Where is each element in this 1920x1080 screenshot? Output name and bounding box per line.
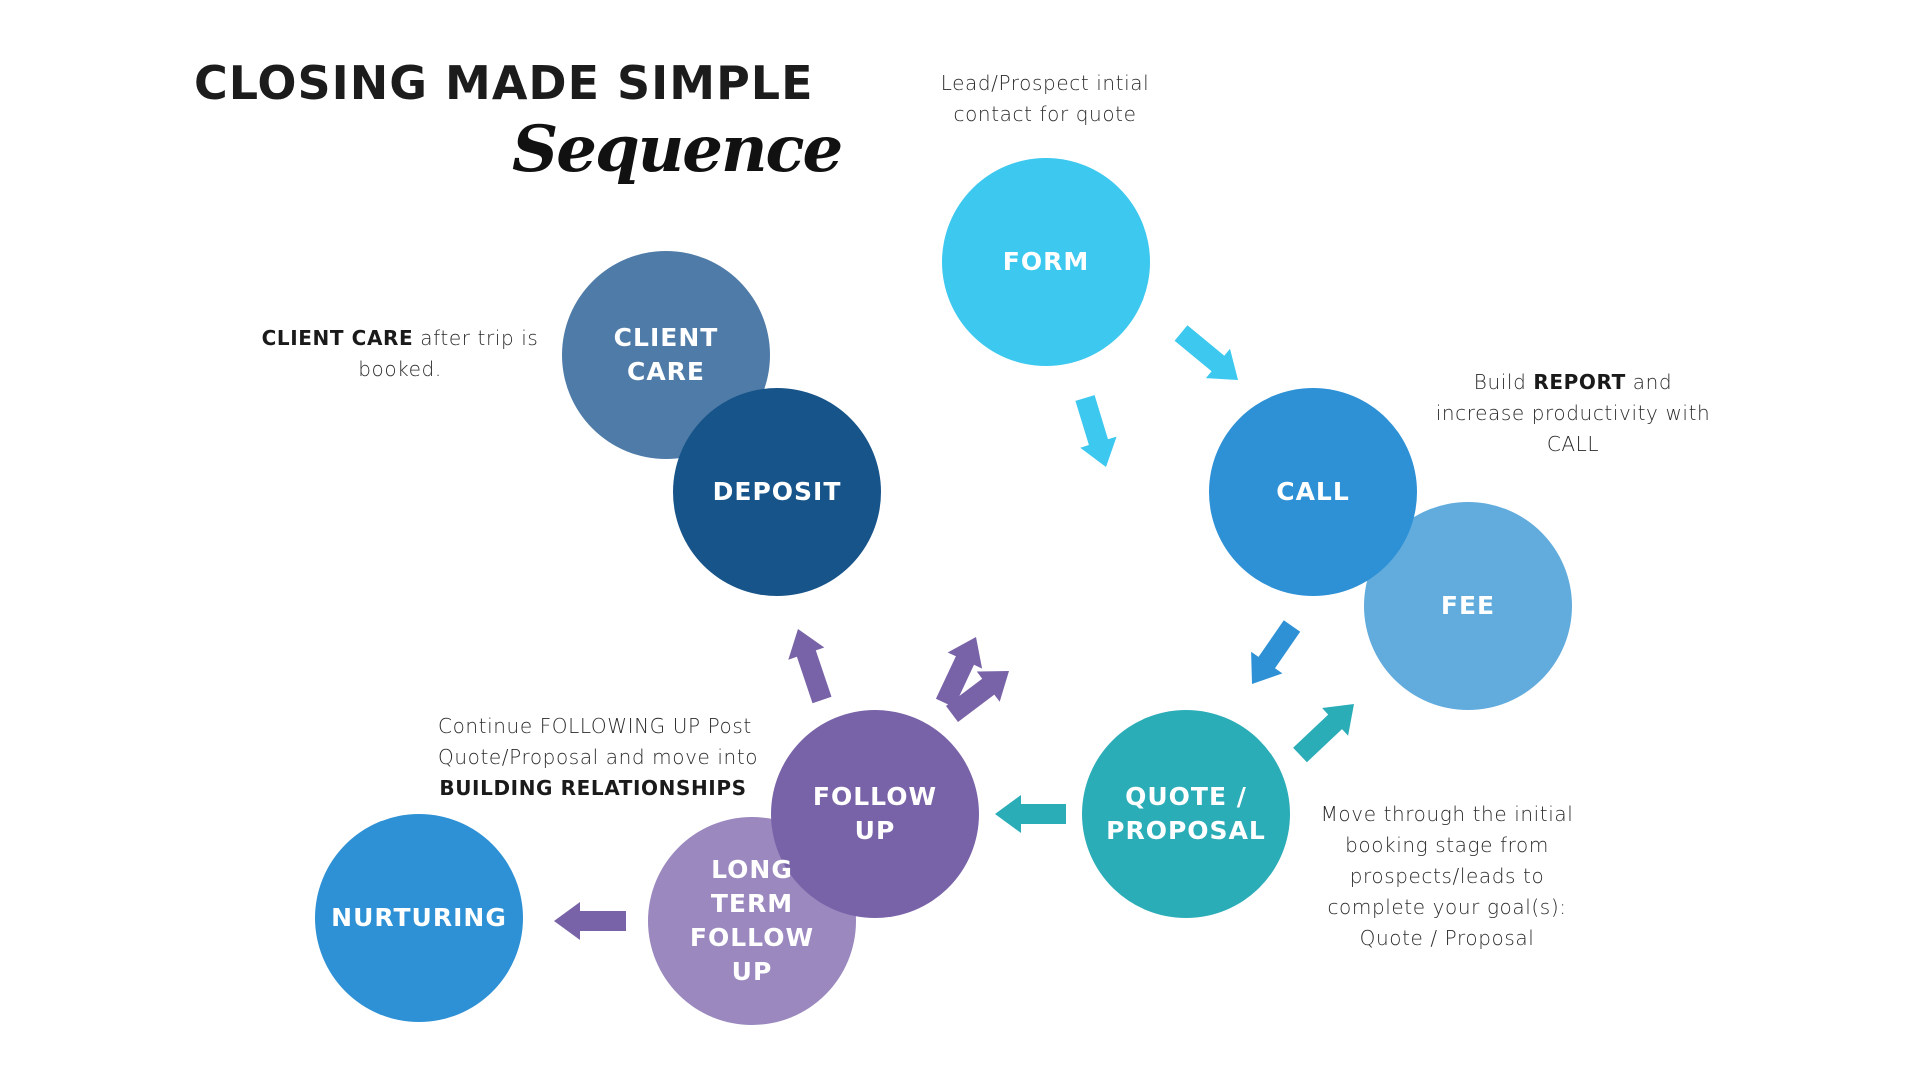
note-quote-line: booking stage from: [1345, 833, 1549, 857]
node-nurturing-label: NURTURING: [331, 903, 507, 932]
note-quote-line: Quote / Proposal: [1359, 926, 1535, 950]
note-form-line: contact for quote: [953, 102, 1137, 126]
note-call-line: increase productivity with: [1435, 401, 1711, 425]
note-follow-up: Continue FOLLOWING UP Post Quote/Proposa…: [438, 711, 759, 804]
note-form: Lead/Prospect intial contact for quote: [925, 68, 1165, 130]
note-client-care-line: booked.: [358, 357, 442, 381]
form-down-arrow: [1075, 395, 1117, 467]
long-term-to-nurturing-arrow: [554, 902, 626, 940]
note-quote-line: Move through the initial: [1320, 802, 1574, 826]
note-call: Build REPORT and increase productivity w…: [1433, 367, 1713, 460]
note-form-line: Lead/Prospect intial: [940, 71, 1150, 95]
note-call-line: CALL: [1546, 432, 1600, 456]
note-client-care-text: after trip is: [413, 326, 539, 350]
note-call-text: and: [1625, 370, 1673, 394]
note-follow-up-bold: BUILDING RELATIONSHIPS: [439, 776, 747, 800]
quote-to-fee-arrow: [1293, 704, 1354, 763]
node-form-label: FORM: [1002, 247, 1090, 276]
quote-to-follow-up-arrow: [995, 795, 1066, 833]
note-quote-line: prospects/leads to: [1349, 864, 1545, 888]
note-quote: Move through the initial booking stage f…: [1317, 799, 1577, 954]
note-quote-line: complete your goal(s):: [1327, 895, 1567, 919]
note-call-bold: REPORT: [1533, 370, 1626, 394]
call-to-quote-arrow: [1251, 620, 1301, 684]
note-call-text: Build: [1473, 370, 1534, 394]
node-call-label: CALL: [1276, 477, 1350, 506]
note-client-care: CLIENT CARE after trip is booked.: [250, 323, 550, 385]
follow-up-to-deposit-arrow: [788, 629, 832, 704]
node-quote-proposal-label: QUOTE / PROPOSAL: [1106, 782, 1266, 845]
node-deposit-label: DEPOSIT: [712, 477, 842, 506]
note-client-care-bold: CLIENT CARE: [261, 326, 414, 350]
node-follow-up-label: FOLLOW UP: [812, 782, 938, 845]
form-to-call-arrow: [1174, 325, 1238, 380]
note-follow-up-line: Quote/Proposal and move into: [438, 745, 759, 769]
note-follow-up-line: Continue FOLLOWING UP Post: [438, 714, 752, 738]
